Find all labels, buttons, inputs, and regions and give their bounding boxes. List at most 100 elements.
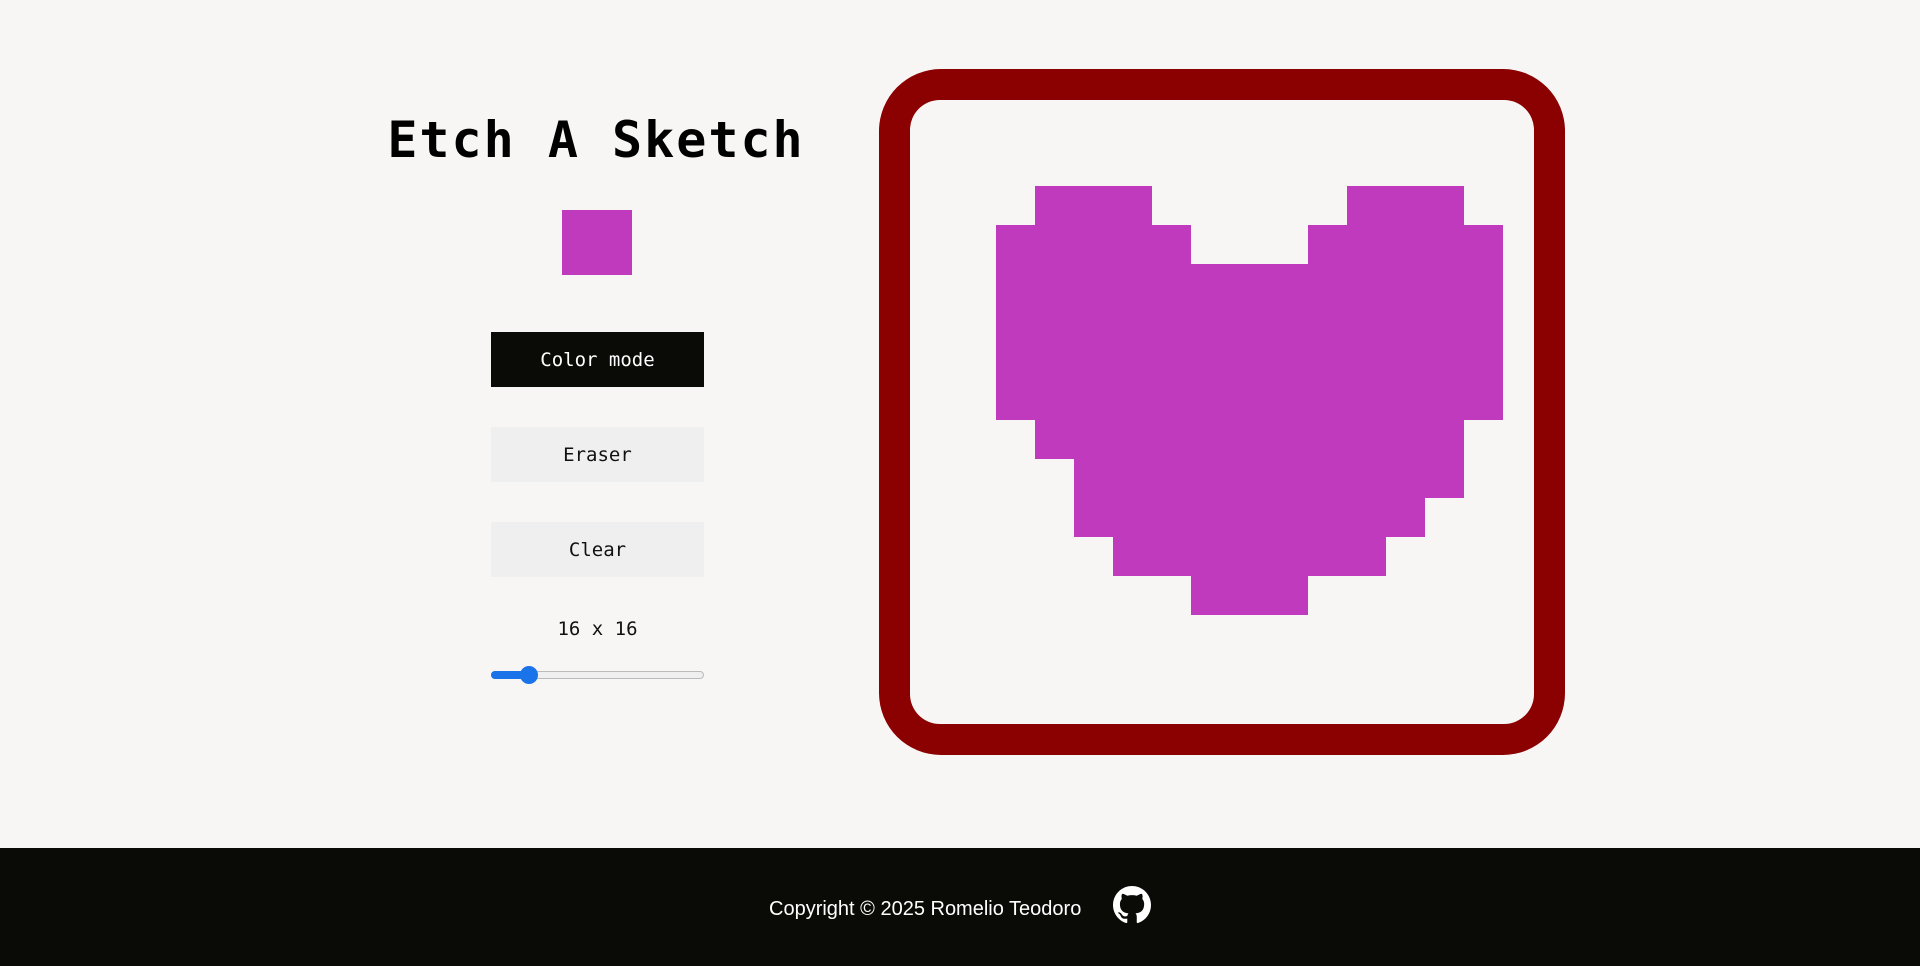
grid-cell[interactable] bbox=[1074, 615, 1113, 654]
eraser-button[interactable]: Eraser bbox=[491, 427, 704, 482]
grid-cell[interactable] bbox=[1542, 576, 1581, 615]
grid-cell[interactable] bbox=[1269, 654, 1308, 693]
grid-cell[interactable] bbox=[1347, 654, 1386, 693]
grid-cell[interactable] bbox=[1347, 420, 1386, 459]
grid-cell[interactable] bbox=[1113, 615, 1152, 654]
grid-cell[interactable] bbox=[1542, 225, 1581, 264]
grid-cell[interactable] bbox=[1152, 654, 1191, 693]
grid-cell[interactable] bbox=[1035, 459, 1074, 498]
grid-cell[interactable] bbox=[1191, 420, 1230, 459]
grid-cell[interactable] bbox=[1152, 576, 1191, 615]
grid-cell[interactable] bbox=[1542, 420, 1581, 459]
grid-cell[interactable] bbox=[1503, 225, 1542, 264]
grid-cell[interactable] bbox=[1386, 381, 1425, 420]
grid-cell[interactable] bbox=[996, 693, 1035, 732]
grid-cell[interactable] bbox=[1074, 654, 1113, 693]
grid-cell[interactable] bbox=[957, 615, 996, 654]
grid-cell[interactable] bbox=[1425, 498, 1464, 537]
grid-cell[interactable] bbox=[957, 459, 996, 498]
grid-cell[interactable] bbox=[1269, 537, 1308, 576]
grid-cell[interactable] bbox=[996, 654, 1035, 693]
grid-cell[interactable] bbox=[1464, 576, 1503, 615]
grid-cell[interactable] bbox=[1386, 693, 1425, 732]
grid-cell[interactable] bbox=[1191, 693, 1230, 732]
grid-cell[interactable] bbox=[1542, 147, 1581, 186]
grid-cell[interactable] bbox=[1425, 303, 1464, 342]
grid-cell[interactable] bbox=[1152, 264, 1191, 303]
grid-cell[interactable] bbox=[1152, 615, 1191, 654]
grid-cell[interactable] bbox=[1152, 732, 1191, 771]
grid-cell[interactable] bbox=[1503, 342, 1542, 381]
grid-cell[interactable] bbox=[1464, 381, 1503, 420]
grid-cell[interactable] bbox=[1347, 732, 1386, 771]
grid-cell[interactable] bbox=[1269, 225, 1308, 264]
grid-cell[interactable] bbox=[957, 420, 996, 459]
grid-cell[interactable] bbox=[1152, 537, 1191, 576]
grid-cell[interactable] bbox=[1269, 576, 1308, 615]
grid-cell[interactable] bbox=[1113, 732, 1152, 771]
grid-cell[interactable] bbox=[1503, 264, 1542, 303]
grid-cell[interactable] bbox=[1074, 264, 1113, 303]
grid-cell[interactable] bbox=[957, 498, 996, 537]
grid-cell[interactable] bbox=[1074, 186, 1113, 225]
grid-cell[interactable] bbox=[957, 732, 996, 771]
grid-cell[interactable] bbox=[1542, 303, 1581, 342]
grid-cell[interactable] bbox=[1035, 615, 1074, 654]
grid-cell[interactable] bbox=[1503, 147, 1542, 186]
grid-cell[interactable] bbox=[1230, 498, 1269, 537]
grid-cell[interactable] bbox=[1308, 264, 1347, 303]
grid-cell[interactable] bbox=[1269, 732, 1308, 771]
grid-cell[interactable] bbox=[1308, 303, 1347, 342]
grid-cell[interactable] bbox=[1230, 693, 1269, 732]
grid-cell[interactable] bbox=[1074, 693, 1113, 732]
grid-cell[interactable] bbox=[957, 342, 996, 381]
grid-cell[interactable] bbox=[1542, 381, 1581, 420]
grid-cell[interactable] bbox=[1191, 264, 1230, 303]
grid-cell[interactable] bbox=[1503, 576, 1542, 615]
grid-cell[interactable] bbox=[1230, 537, 1269, 576]
grid-cell[interactable] bbox=[1386, 420, 1425, 459]
grid-cell[interactable] bbox=[1035, 147, 1074, 186]
grid-cell[interactable] bbox=[1230, 225, 1269, 264]
grid-cell[interactable] bbox=[1425, 342, 1464, 381]
grid-cell[interactable] bbox=[1503, 420, 1542, 459]
grid-cell[interactable] bbox=[957, 654, 996, 693]
grid-cell[interactable] bbox=[1269, 342, 1308, 381]
grid-cell[interactable] bbox=[1503, 381, 1542, 420]
grid-cell[interactable] bbox=[1152, 342, 1191, 381]
clear-button[interactable]: Clear bbox=[491, 522, 704, 577]
grid-cell[interactable] bbox=[1503, 459, 1542, 498]
grid-cell[interactable] bbox=[1464, 498, 1503, 537]
grid-cell[interactable] bbox=[1035, 264, 1074, 303]
grid-cell[interactable] bbox=[1035, 537, 1074, 576]
grid-cell[interactable] bbox=[1386, 654, 1425, 693]
grid-cell[interactable] bbox=[1035, 381, 1074, 420]
grid-cell[interactable] bbox=[1503, 654, 1542, 693]
grid-cell[interactable] bbox=[1191, 576, 1230, 615]
grid-cell[interactable] bbox=[996, 732, 1035, 771]
grid-cell[interactable] bbox=[1152, 420, 1191, 459]
grid-cell[interactable] bbox=[1347, 342, 1386, 381]
grid-cell[interactable] bbox=[1425, 693, 1464, 732]
grid-cell[interactable] bbox=[1464, 342, 1503, 381]
grid-cell[interactable] bbox=[1035, 186, 1074, 225]
grid-cell[interactable] bbox=[1503, 303, 1542, 342]
grid-cell[interactable] bbox=[1230, 615, 1269, 654]
grid-cell[interactable] bbox=[1347, 498, 1386, 537]
grid-cell[interactable] bbox=[1113, 342, 1152, 381]
grid-cell[interactable] bbox=[1074, 381, 1113, 420]
grid-cell[interactable] bbox=[1113, 537, 1152, 576]
grid-cell[interactable] bbox=[1074, 225, 1113, 264]
grid-cell[interactable] bbox=[1347, 381, 1386, 420]
grid-cell[interactable] bbox=[1035, 225, 1074, 264]
grid-cell[interactable] bbox=[1425, 225, 1464, 264]
grid-cell[interactable] bbox=[1152, 381, 1191, 420]
grid-cell[interactable] bbox=[1113, 654, 1152, 693]
grid-cell[interactable] bbox=[1152, 303, 1191, 342]
grid-cell[interactable] bbox=[1503, 732, 1542, 771]
grid-cell[interactable] bbox=[996, 615, 1035, 654]
grid-cell[interactable] bbox=[1113, 186, 1152, 225]
grid-cell[interactable] bbox=[1425, 186, 1464, 225]
grid-cell[interactable] bbox=[1347, 537, 1386, 576]
grid-cell[interactable] bbox=[1542, 342, 1581, 381]
